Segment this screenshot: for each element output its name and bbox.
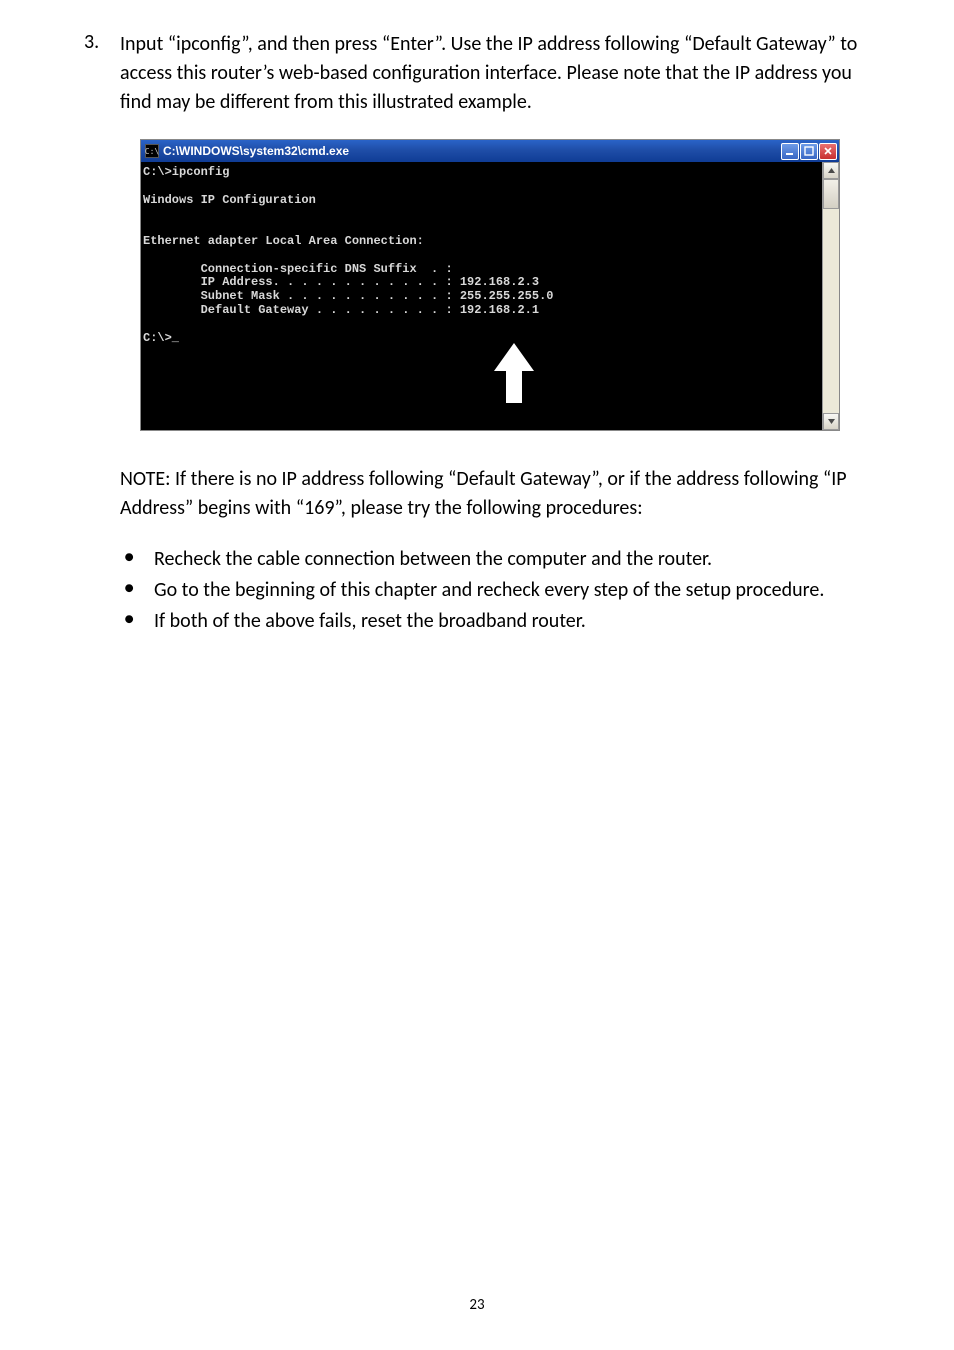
bullet-list: ● Recheck the cable connection between t… [120, 545, 864, 636]
page-number: 23 [0, 1296, 954, 1314]
console-line: C:\>ipconfig [143, 165, 229, 179]
step-text: Input “ipconfig”, and then press “Enter”… [120, 30, 864, 117]
close-icon [823, 146, 833, 156]
list-item: ● Recheck the cable connection between t… [120, 545, 864, 574]
console-line: IP Address. . . . . . . . . . . . : 192.… [143, 275, 539, 289]
window-titlebar: C:\ C:\WINDOWS\system32\cmd.exe [141, 140, 839, 162]
scroll-down-button[interactable] [823, 413, 839, 430]
console-line: Ethernet adapter Local Area Connection: [143, 234, 424, 248]
chevron-up-icon [827, 166, 836, 175]
bullet-text: Go to the beginning of this chapter and … [154, 576, 864, 605]
bullet-text: Recheck the cable connection between the… [154, 545, 864, 574]
up-arrow-icon [489, 339, 539, 409]
step-number: 3. [70, 30, 120, 117]
console-output: C:\>ipconfig Windows IP Configuration Et… [141, 162, 839, 430]
step-row: 3. Input “ipconfig”, and then press “Ent… [70, 30, 864, 117]
minimize-button[interactable] [781, 143, 799, 160]
console-line: C:\>_ [143, 331, 179, 345]
console-line: Default Gateway . . . . . . . . . : 192.… [143, 303, 539, 317]
console-line: Subnet Mask . . . . . . . . . . . : 255.… [143, 289, 553, 303]
scroll-up-button[interactable] [823, 162, 839, 179]
window-title: C:\WINDOWS\system32\cmd.exe [163, 144, 781, 158]
maximize-button[interactable] [800, 143, 818, 160]
close-button[interactable] [819, 143, 837, 160]
pointer-arrow [431, 325, 539, 427]
console-line: Windows IP Configuration [143, 193, 316, 207]
scroll-thumb[interactable] [823, 179, 839, 209]
list-item: ● Go to the beginning of this chapter an… [120, 576, 864, 605]
bullet-text: If both of the above fails, reset the br… [154, 607, 864, 636]
bullet-icon: ● [120, 576, 154, 605]
cmd-icon: C:\ [145, 144, 159, 158]
bullet-icon: ● [120, 607, 154, 636]
console-line: Connection-specific DNS Suffix . : [143, 262, 453, 276]
cmd-window: C:\ C:\WINDOWS\system32\cmd.exe C:\>ipco… [140, 139, 840, 431]
scroll-track[interactable] [823, 179, 839, 413]
chevron-down-icon [827, 417, 836, 426]
vertical-scrollbar[interactable] [822, 162, 839, 430]
note-text: NOTE: If there is no IP address followin… [120, 465, 864, 523]
window-controls [781, 143, 837, 160]
list-item: ● If both of the above fails, reset the … [120, 607, 864, 636]
minimize-icon [785, 146, 795, 156]
bullet-icon: ● [120, 545, 154, 574]
maximize-icon [804, 146, 814, 156]
console-screenshot: C:\ C:\WINDOWS\system32\cmd.exe C:\>ipco… [140, 139, 864, 431]
